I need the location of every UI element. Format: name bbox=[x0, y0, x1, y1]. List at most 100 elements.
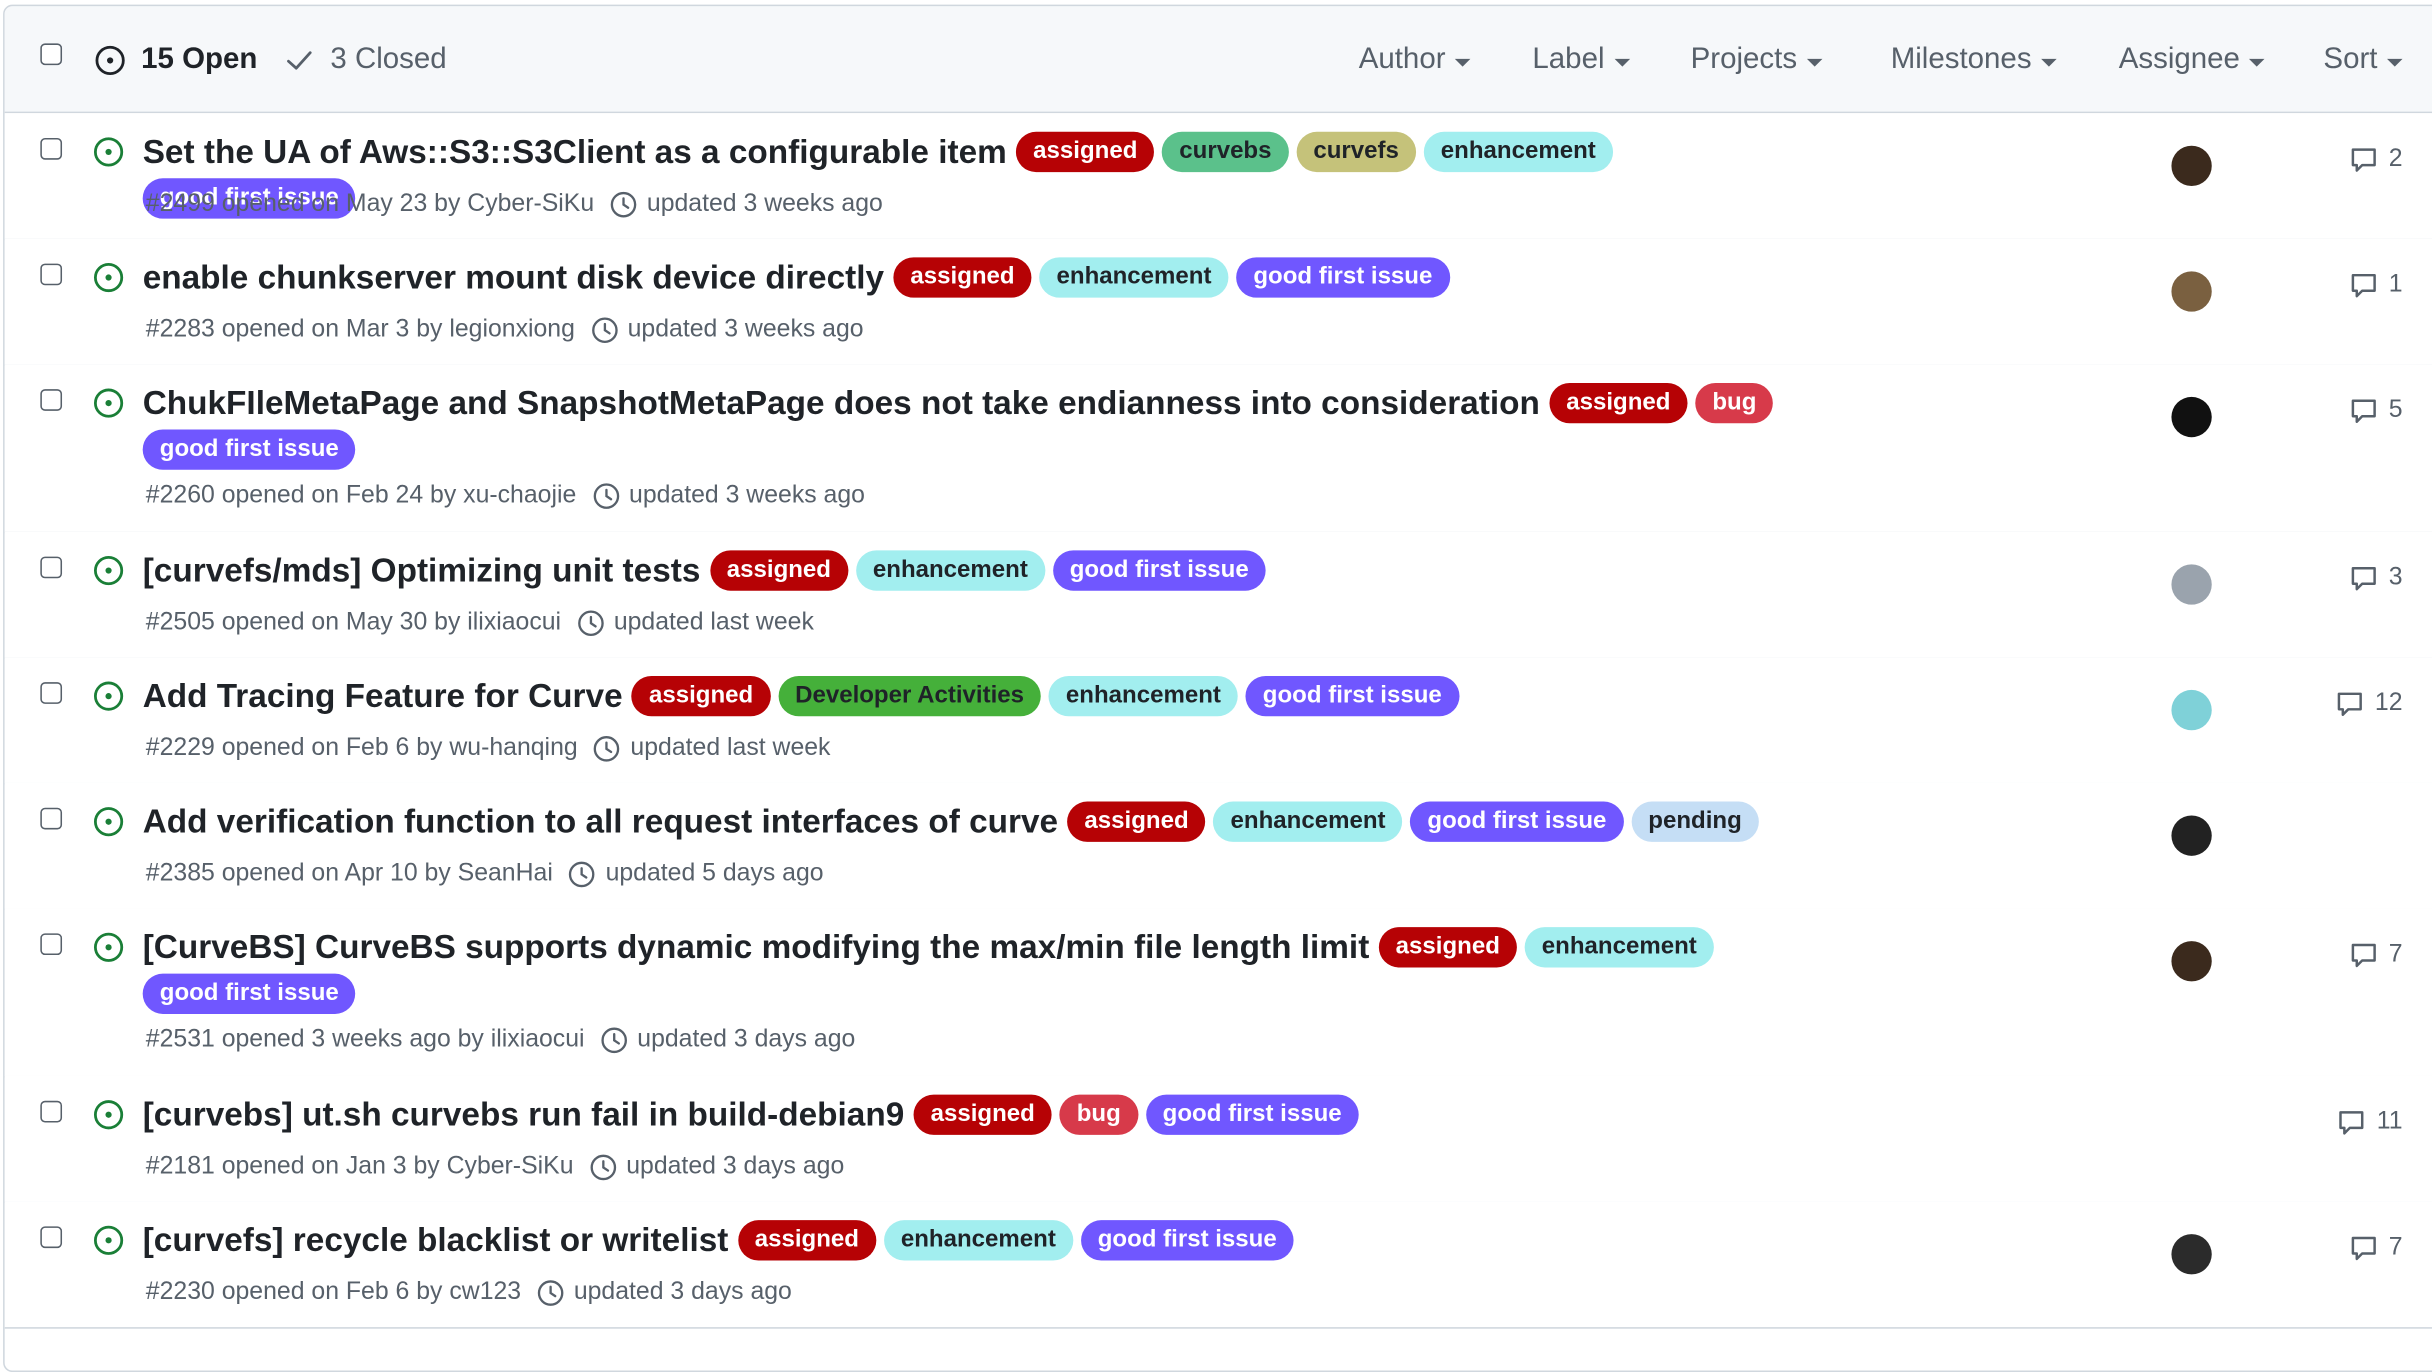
issue-label[interactable]: assigned bbox=[893, 257, 1032, 298]
issue-label[interactable]: assigned bbox=[631, 675, 771, 717]
comments-link[interactable]: 7 bbox=[2185, 1233, 2403, 1264]
issue-updated-info[interactable]: updated 3 days ago bbox=[626, 1154, 844, 1182]
issue-label[interactable]: enhancement bbox=[1039, 257, 1229, 298]
label-filter-label: Label bbox=[1532, 43, 1605, 76]
issue-label[interactable]: pending bbox=[1631, 801, 1759, 842]
issue-label[interactable]: good first issue bbox=[1145, 1094, 1359, 1135]
issue-label[interactable]: enhancement bbox=[1524, 927, 1714, 968]
issue-label[interactable]: Developer Activities bbox=[778, 675, 1042, 717]
issue-title-link[interactable]: Add verification function to all request… bbox=[143, 798, 1058, 845]
issue-title-link[interactable]: [curvebs] ut.sh curvebs run fail in buil… bbox=[143, 1091, 905, 1138]
issue-title-link[interactable]: enable chunkserver mount disk device dir… bbox=[143, 254, 884, 301]
comments-link[interactable]: 7 bbox=[2185, 940, 2403, 971]
issue-opened-info: #2385 opened on Apr 10 by SeanHai bbox=[145, 860, 553, 887]
issue-updated-info[interactable]: updated 3 weeks ago bbox=[647, 191, 883, 219]
projects-filter[interactable]: Projects bbox=[1691, 43, 1822, 77]
issue-label[interactable]: curvefs bbox=[1296, 131, 1416, 173]
open-issues-tab[interactable]: 15 Open bbox=[95, 43, 257, 77]
issue-label[interactable]: assigned bbox=[913, 1094, 1052, 1135]
sort-filter[interactable]: Sort bbox=[2323, 43, 2403, 77]
issue-label[interactable]: enhancement bbox=[1048, 675, 1238, 717]
issue-label[interactable]: good first issue bbox=[1245, 675, 1459, 717]
issue-checkbox[interactable] bbox=[40, 137, 63, 160]
milestones-filter[interactable]: Milestones bbox=[1891, 43, 2057, 77]
issue-label[interactable]: enhancement bbox=[883, 1220, 1073, 1261]
select-all-checkbox[interactable] bbox=[40, 43, 63, 66]
issue-label[interactable]: enhancement bbox=[1213, 801, 1403, 842]
issue-label[interactable]: good first issue bbox=[142, 973, 356, 1014]
issue-title-link[interactable]: ChukFIleMetaPage and SnapshotMetaPage do… bbox=[143, 380, 1540, 427]
issue-title-link[interactable]: [curvefs/mds] Optimizing unit tests bbox=[143, 547, 701, 594]
issue-updated-info[interactable]: updated 3 weeks ago bbox=[628, 316, 864, 344]
issue-checkbox[interactable] bbox=[40, 933, 63, 956]
label-filter[interactable]: Label bbox=[1532, 43, 1630, 77]
issue-label[interactable]: assigned bbox=[1549, 382, 1688, 424]
issue-updated-info[interactable]: updated 5 days ago bbox=[606, 860, 824, 888]
issue-label[interactable]: enhancement bbox=[855, 550, 1045, 591]
comments-link[interactable]: 11 bbox=[2185, 1107, 2403, 1138]
issue-title-link[interactable]: Add Tracing Feature for Curve bbox=[143, 673, 623, 720]
issue-row[interactable]: ChukFIleMetaPage and SnapshotMetaPage do… bbox=[4, 364, 2432, 534]
issue-label[interactable]: assigned bbox=[1378, 927, 1517, 968]
issue-row[interactable]: Set the UA of Aws::S3::S3Client as a con… bbox=[4, 113, 2432, 241]
assignee-avatar[interactable] bbox=[2171, 815, 2212, 856]
caret-down-icon bbox=[1454, 58, 1471, 66]
issue-updated-info[interactable]: updated 3 weeks ago bbox=[629, 482, 865, 510]
issue-label[interactable]: assigned bbox=[737, 1220, 877, 1261]
issue-label[interactable]: good first issue bbox=[1410, 801, 1624, 842]
issue-row[interactable]: [curvebs] ut.sh curvebs run fail in buil… bbox=[4, 1075, 2432, 1204]
comments-link[interactable]: 3 bbox=[2185, 563, 2403, 594]
issue-checkbox[interactable] bbox=[40, 807, 63, 830]
issue-checkbox[interactable] bbox=[40, 389, 63, 411]
issue-checkbox[interactable] bbox=[40, 556, 63, 579]
issue-title-line: [curvefs/mds] Optimizing unit tests assig… bbox=[143, 547, 1804, 594]
issue-row[interactable]: Add Tracing Feature for Curve assigned Dev… bbox=[4, 657, 2432, 785]
author-filter[interactable]: Author bbox=[1359, 43, 1471, 77]
issue-open-icon bbox=[93, 388, 124, 418]
issue-checkbox[interactable] bbox=[40, 263, 63, 286]
issue-title-link[interactable]: [CurveBS] CurveBS supports dynamic modif… bbox=[143, 924, 1370, 971]
comments-link[interactable]: 5 bbox=[2185, 395, 2403, 426]
issue-label[interactable]: good first issue bbox=[1236, 257, 1450, 298]
caret-down-icon bbox=[1613, 58, 1630, 66]
comments-link[interactable]: 12 bbox=[2185, 688, 2403, 719]
issue-updated-info[interactable]: updated 3 days ago bbox=[637, 1026, 855, 1054]
comment-icon bbox=[2351, 399, 2376, 423]
issue-updated-info[interactable]: updated last week bbox=[630, 735, 830, 763]
issue-title-line: Add verification function to all request… bbox=[143, 798, 1804, 845]
issue-checkbox[interactable] bbox=[40, 1226, 63, 1249]
issue-label[interactable]: good first issue bbox=[1080, 1220, 1294, 1261]
issue-label[interactable]: assigned bbox=[709, 550, 849, 591]
clock-icon bbox=[590, 1154, 616, 1181]
issue-row[interactable]: [curvefs] recycle blacklist or writelist… bbox=[4, 1201, 2432, 1329]
issue-title-link[interactable]: [curvefs] recycle blacklist or writelist bbox=[143, 1217, 729, 1264]
issue-row[interactable]: [curvefs/mds] Optimizing unit tests assig… bbox=[4, 531, 2432, 659]
issue-label[interactable]: bug bbox=[1059, 1094, 1138, 1135]
closed-issues-tab[interactable]: 3 Closed bbox=[284, 43, 447, 77]
issue-row[interactable]: enable chunkserver mount disk device dir… bbox=[4, 238, 2432, 366]
issue-row[interactable]: [CurveBS] CurveBS supports dynamic modif… bbox=[4, 908, 2432, 1078]
issue-label[interactable]: enhancement bbox=[1423, 131, 1613, 173]
issue-label[interactable]: curvebs bbox=[1162, 131, 1289, 173]
issue-checkbox[interactable] bbox=[40, 682, 63, 704]
issue-open-icon bbox=[93, 1225, 124, 1255]
issue-label[interactable]: assigned bbox=[1016, 131, 1155, 173]
issue-label[interactable]: assigned bbox=[1067, 801, 1206, 842]
caret-down-icon bbox=[2040, 58, 2057, 66]
issue-updated-info[interactable]: updated last week bbox=[614, 609, 814, 637]
clock-icon bbox=[537, 1280, 564, 1306]
issue-label[interactable]: good first issue bbox=[142, 429, 356, 470]
comment-icon bbox=[2338, 692, 2363, 716]
comments-link[interactable]: 1 bbox=[2185, 270, 2403, 301]
issue-title-line: [curvefs] recycle blacklist or writelist… bbox=[143, 1217, 1804, 1264]
comments-link[interactable]: 2 bbox=[2185, 144, 2403, 175]
issue-label[interactable]: good first issue bbox=[1052, 550, 1266, 591]
issue-updated-info[interactable]: updated 3 days ago bbox=[574, 1279, 792, 1307]
issue-row[interactable]: Add verification function to all request… bbox=[4, 782, 2432, 911]
issue-checkbox[interactable] bbox=[40, 1100, 63, 1123]
issues-list: 15 Open 3 Closed Author Label Projects M… bbox=[3, 4, 2432, 1372]
issue-label[interactable]: bug bbox=[1695, 382, 1774, 424]
author-filter-label: Author bbox=[1358, 43, 1446, 76]
assignee-filter[interactable]: Assignee bbox=[2119, 43, 2265, 77]
issue-title-link[interactable]: Set the UA of Aws::S3::S3Client as a con… bbox=[143, 129, 1007, 176]
